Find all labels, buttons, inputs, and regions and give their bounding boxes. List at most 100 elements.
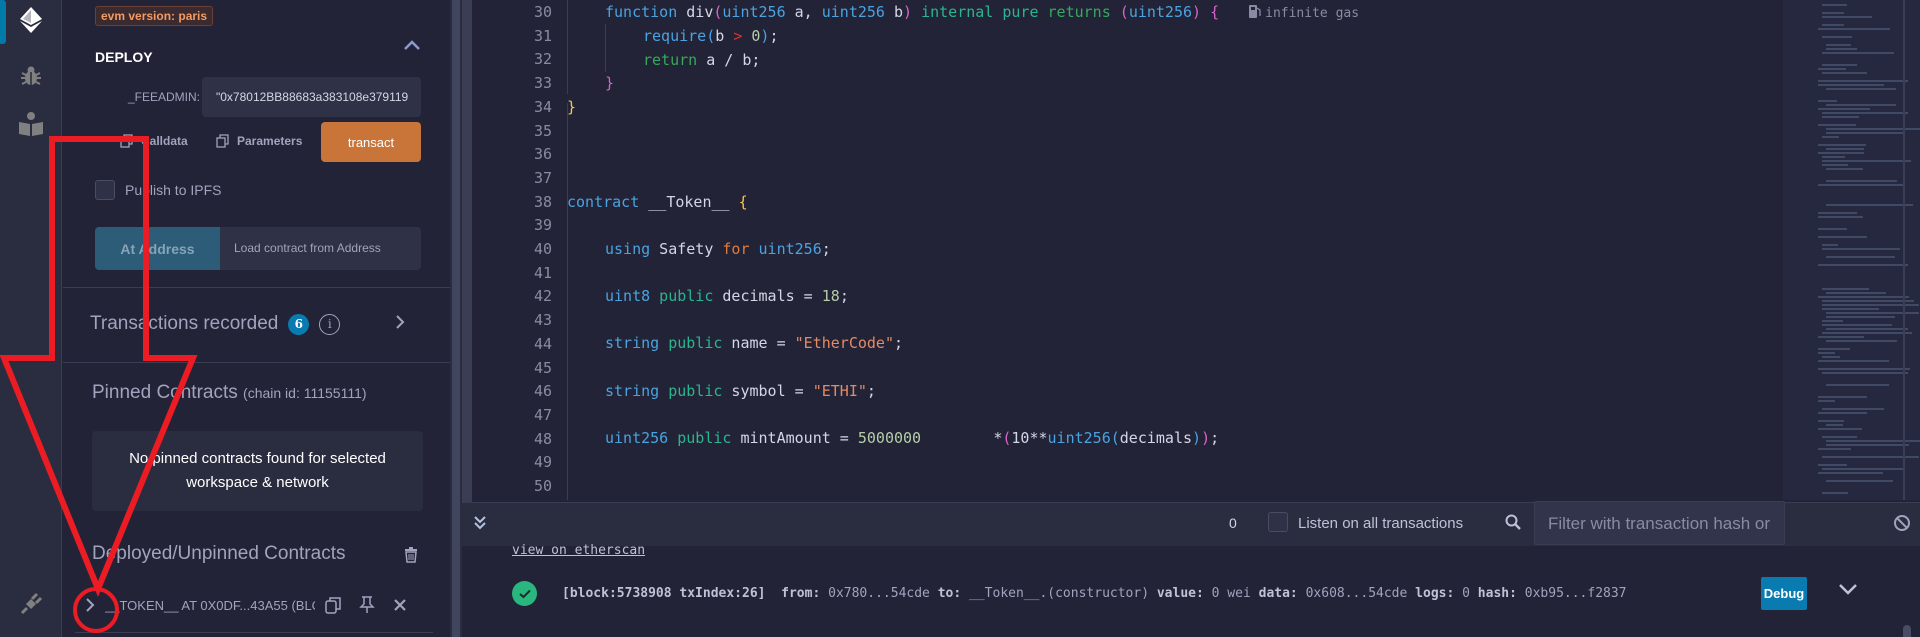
token: ) (1192, 3, 1202, 21)
code-line-48[interactable]: uint256 public mintAmount = 5000000 * (10… (605, 429, 1219, 447)
minimap-line (1822, 244, 1838, 246)
deployed-contracts-title: Deployed/Unpinned Contracts (92, 543, 346, 564)
transact-button[interactable]: transact (321, 122, 421, 162)
minimap-line (1826, 204, 1913, 206)
info-icon[interactable]: i (319, 313, 341, 335)
terminal-scrollbar-thumb[interactable] (1903, 625, 1911, 637)
code-line-42[interactable]: uint8 public decimals = 18; (605, 287, 849, 305)
search-icon (1505, 514, 1521, 535)
terminal-collapse-double-chevron-icon[interactable] (472, 514, 488, 535)
feeadmin-param-input[interactable]: "0x78012BB88683a383108e379119 (202, 77, 421, 117)
listen-all-transactions-checkbox[interactable] (1268, 512, 1288, 532)
minimap-line (1826, 256, 1896, 258)
transactions-expand-chevron-right-icon[interactable] (395, 314, 405, 335)
debugger-bug-icon[interactable] (17, 62, 45, 90)
token: function (605, 3, 678, 21)
pinned-empty-message: No pinned contracts found for selected w… (92, 431, 423, 511)
plugin-manager-icon[interactable] (17, 590, 45, 618)
deploy-run-icon[interactable] (17, 6, 45, 34)
minimap-line (1818, 296, 1910, 298)
token: ; (866, 382, 876, 400)
minimap-line (1818, 212, 1857, 214)
minimap-line (1818, 84, 1885, 86)
publish-ipfs-checkbox[interactable] (95, 180, 115, 200)
code-line-30[interactable]: function div(uint256 a, uint256 b) inter… (605, 3, 1359, 21)
minimap-line (1822, 12, 1844, 14)
minimap-line (1818, 100, 1838, 102)
expand-contract-chevron-right-icon[interactable] (75, 597, 105, 613)
clear-deployed-trash-icon[interactable] (404, 547, 418, 568)
minimap-line (1822, 64, 1857, 66)
minimap-line (1826, 168, 1864, 170)
pinned-chain-id: (chain id: 11155111) (243, 385, 367, 401)
minimap-line (1822, 52, 1895, 54)
remove-contract-close-icon[interactable] (393, 598, 407, 612)
tx-hash: 0xb95...f2837 (1516, 586, 1627, 601)
transactions-recorded-header[interactable]: Transactions recorded 6 i (90, 313, 341, 335)
view-on-etherscan-link[interactable]: view on etherscan (512, 543, 645, 558)
token: return (643, 51, 698, 69)
copy-address-icon[interactable] (325, 596, 341, 614)
transaction-log-line[interactable]: [block:5738908 txIndex:26] from: 0x780..… (562, 586, 1627, 601)
copy-calldata-button[interactable]: Calldata (120, 134, 188, 148)
collapse-deploy-chevron-up-icon[interactable] (403, 38, 421, 56)
minimap-line (1822, 156, 1845, 158)
learneth-book-icon[interactable] (17, 110, 45, 138)
gas-estimate-text: infinite gas (1265, 6, 1360, 21)
editor-minimap[interactable] (1783, 0, 1920, 500)
minimap-line (1822, 372, 1908, 374)
publish-ipfs-label[interactable]: Publish to IPFS (125, 182, 222, 198)
load-contract-address-input[interactable]: Load contract from Address (220, 227, 421, 270)
token: ; (769, 27, 779, 45)
panel-scrollbar-thumb[interactable] (452, 0, 460, 637)
tx-value-label: value: (1156, 586, 1204, 601)
token: ) (1201, 429, 1211, 447)
token: "ETHI" (812, 382, 867, 400)
listen-all-transactions-label[interactable]: Listen on all transactions (1298, 515, 1463, 532)
code-line-31[interactable]: require(b > 0); (643, 27, 778, 45)
minimap-line (1822, 4, 1847, 6)
expand-tx-chevron-down-icon[interactable] (1838, 582, 1858, 601)
code-line-44[interactable]: string public name = "EtherCode"; (605, 334, 903, 352)
minimap-line (1826, 148, 1864, 150)
minimap-line (1826, 132, 1905, 134)
token: public (659, 334, 723, 352)
contract-actions (325, 596, 407, 614)
code-line-46[interactable]: string public symbol = "ETHI"; (605, 382, 876, 400)
line-number: 36 (533, 145, 552, 164)
debug-transaction-button[interactable]: Debug (1761, 577, 1807, 610)
transactions-recorded-label: Transactions recorded (90, 313, 279, 334)
clear-terminal-ban-icon[interactable] (1893, 514, 1911, 537)
transaction-filter-input[interactable]: Filter with transaction hash or address (1534, 501, 1785, 577)
minimap-line (1818, 264, 1908, 266)
indent-guide (605, 24, 606, 72)
code-line-33[interactable]: } (605, 74, 614, 92)
code-line-32[interactable]: return a / b; (643, 51, 760, 69)
token: ; (821, 240, 831, 258)
copy-parameters-button[interactable]: Parameters (216, 134, 302, 148)
line-number: 40 (533, 240, 552, 258)
at-address-button[interactable]: At Address (95, 227, 220, 270)
code-line-40[interactable]: using Safety for uint256; (605, 240, 831, 258)
token: public (650, 287, 714, 305)
minimap-line (1818, 184, 1904, 186)
line-number: 47 (533, 405, 552, 424)
minimap-line (1818, 352, 1835, 354)
tx-from: 0x780...54cde (820, 586, 938, 601)
pin-contract-icon[interactable] (359, 596, 375, 614)
minimap-line (1822, 356, 1840, 358)
token: * (921, 429, 1003, 447)
tx-value: 0 wei (1203, 586, 1259, 601)
minimap-line (1818, 464, 1847, 466)
token: returns (1038, 3, 1111, 21)
deployed-contract-name[interactable]: __TOKEN__ AT 0X0DF...43A55 (BLOCKCHAIN) (105, 598, 315, 613)
transactions-count-badge: 6 (288, 313, 310, 335)
token: for (722, 240, 750, 258)
code-line-38[interactable]: contract __Token__ { (567, 193, 748, 211)
deployed-contract-row[interactable]: __TOKEN__ AT 0X0DF...43A55 (BLOCKCHAIN) (75, 590, 433, 620)
minimap-line (1818, 412, 1868, 414)
code-line-34[interactable]: } (567, 98, 576, 116)
token: using (605, 240, 651, 258)
token: ( (1119, 3, 1129, 21)
minimap-line (1826, 316, 1895, 318)
